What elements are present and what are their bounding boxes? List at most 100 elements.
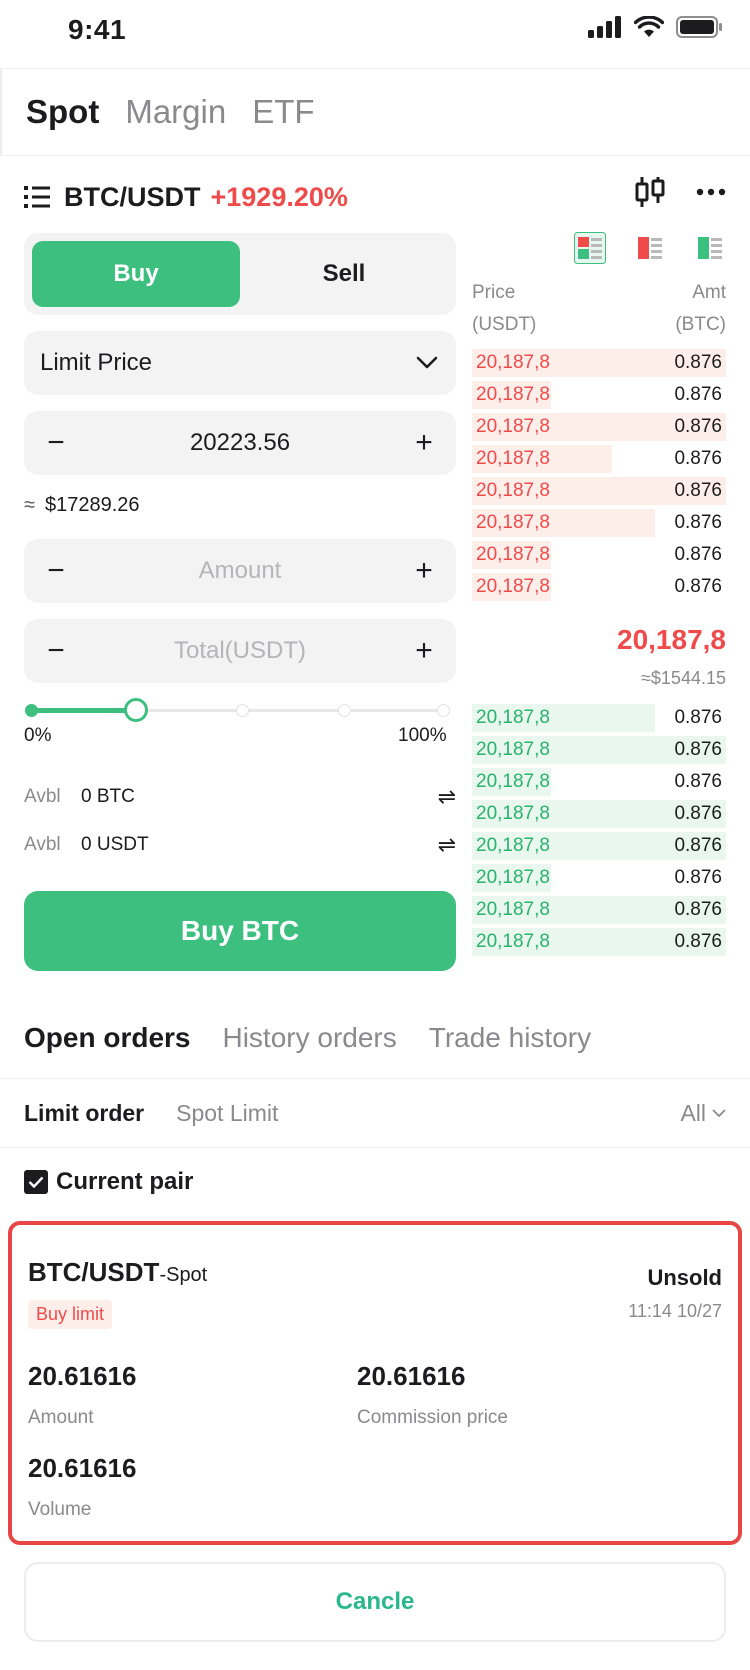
order-book-asks: 20,187,8 0.876 20,187,8 0.876 20,187,8 0.876 2…: [472, 347, 726, 603]
open-order-card: BTC/USDT -Spot Buy limit Unsold 11:14 10…: [8, 1221, 742, 1545]
sell-tab[interactable]: Sell: [240, 241, 448, 307]
total-decrement-button[interactable]: −: [24, 634, 88, 668]
row-amount: 0.876: [674, 707, 722, 728]
order-pair-name: BTC/USDT: [28, 1257, 160, 1287]
amount-increment-button[interactable]: +: [392, 554, 456, 588]
tab-history-orders[interactable]: History orders: [222, 1022, 396, 1054]
row-amount: 0.876: [674, 544, 722, 565]
current-pair-label: Current pair: [56, 1168, 194, 1195]
last-price: 20,187,8: [617, 624, 726, 655]
subtab-spot-limit[interactable]: Spot Limit: [176, 1100, 278, 1127]
row-amount: 0.876: [674, 416, 722, 437]
avbl-value: 0 USDT: [81, 834, 149, 855]
candlestick-icon[interactable]: [634, 177, 666, 207]
order-commission-value: 20.61616: [357, 1361, 466, 1391]
order-volume-value: 20.61616: [28, 1453, 137, 1483]
buy-btc-button[interactable]: Buy BTC: [24, 891, 456, 971]
bid-row[interactable]: 20,187,8 0.876: [472, 766, 726, 798]
divider: [0, 1078, 750, 1079]
available-usdt: Avbl 0 USDT ⇌: [24, 832, 456, 858]
orders-tabs: Open orders History orders Trade history: [24, 1022, 591, 1054]
tab-etf[interactable]: ETF: [252, 93, 314, 131]
row-amount: 0.876: [674, 899, 722, 920]
current-pair-filter[interactable]: Current pair: [24, 1168, 193, 1196]
check-icon: [28, 1176, 44, 1188]
slider-thumb[interactable]: [124, 698, 148, 722]
slider-stop[interactable]: [236, 704, 249, 717]
row-price: 20,187,8: [476, 803, 550, 824]
row-price: 20,187,8: [476, 899, 550, 920]
menu-icon[interactable]: [24, 185, 50, 209]
row-amount: 0.876: [674, 480, 722, 501]
current-pair-checkbox[interactable]: [24, 1170, 48, 1194]
bid-row[interactable]: 20,187,8 0.876: [472, 894, 726, 926]
ask-row[interactable]: 20,187,8 0.876: [472, 571, 726, 603]
order-type-select[interactable]: Limit Price: [24, 331, 456, 395]
cancel-order-button[interactable]: Cancle: [24, 1562, 726, 1642]
slider-stop[interactable]: [25, 704, 38, 717]
bid-row[interactable]: 20,187,8 0.876: [472, 702, 726, 734]
buy-tab[interactable]: Buy: [32, 241, 240, 307]
row-price: 20,187,8: [476, 771, 550, 792]
ask-row[interactable]: 20,187,8 0.876: [472, 443, 726, 475]
wifi-icon: [634, 16, 664, 37]
pair-change: +1929.20%: [210, 181, 348, 212]
tab-spot[interactable]: Spot: [26, 93, 99, 131]
amount-column-header: Amt: [692, 282, 726, 303]
order-book-view-toggles: [574, 232, 726, 264]
pair-name[interactable]: BTC/USDT: [64, 182, 201, 213]
ask-row[interactable]: 20,187,8 0.876: [472, 379, 726, 411]
amount-input[interactable]: Amount: [88, 557, 392, 585]
row-price: 20,187,8: [476, 739, 550, 760]
bid-row[interactable]: 20,187,8 0.876: [472, 798, 726, 830]
subtab-limit-order[interactable]: Limit order: [24, 1100, 144, 1127]
tab-trade-history[interactable]: Trade history: [429, 1022, 591, 1054]
order-side-badge: Buy limit: [28, 1300, 113, 1329]
tab-margin[interactable]: Margin: [125, 93, 226, 131]
total-increment-button[interactable]: +: [392, 634, 456, 668]
ask-row[interactable]: 20,187,8 0.876: [472, 475, 726, 507]
slider-stop[interactable]: [437, 704, 450, 717]
total-input[interactable]: Total(USDT): [88, 637, 392, 665]
approx-symbol: ≈: [24, 494, 35, 516]
row-amount: 0.876: [674, 739, 722, 760]
tab-open-orders[interactable]: Open orders: [24, 1022, 190, 1054]
swap-icon[interactable]: ⇌: [438, 784, 456, 810]
bid-row[interactable]: 20,187,8 0.876: [472, 862, 726, 894]
ask-row[interactable]: 20,187,8 0.876: [472, 347, 726, 379]
ask-row[interactable]: 20,187,8 0.876: [472, 507, 726, 539]
book-asks-icon[interactable]: [634, 232, 666, 264]
price-decrement-button[interactable]: −: [24, 426, 88, 460]
ask-row[interactable]: 20,187,8 0.876: [472, 411, 726, 443]
bid-row[interactable]: 20,187,8 0.876: [472, 926, 726, 958]
book-bids-icon[interactable]: [694, 232, 726, 264]
filter-all-label: All: [680, 1100, 706, 1126]
filter-all-dropdown[interactable]: All: [680, 1100, 726, 1127]
order-commission-label: Commission price: [357, 1407, 508, 1428]
ask-row[interactable]: 20,187,8 0.876: [472, 539, 726, 571]
row-amount: 0.876: [674, 771, 722, 792]
swap-icon[interactable]: ⇌: [438, 832, 456, 858]
slider-stop[interactable]: [338, 704, 351, 717]
price-input[interactable]: 20223.56: [88, 429, 392, 457]
trade-mode-tabs: Spot Margin ETF: [0, 68, 750, 156]
order-amount-value: 20.61616: [28, 1361, 137, 1391]
price-increment-button[interactable]: +: [392, 426, 456, 460]
row-price: 20,187,8: [476, 512, 550, 533]
avbl-value: 0 BTC: [81, 786, 135, 807]
bid-row[interactable]: 20,187,8 0.876: [472, 830, 726, 862]
row-amount: 0.876: [674, 512, 722, 533]
book-both-icon[interactable]: [574, 232, 606, 264]
chevron-down-icon: [416, 356, 438, 369]
price-column-header: Price: [472, 282, 516, 303]
side-toggle: Buy Sell: [24, 233, 456, 315]
amount-slider[interactable]: [24, 698, 456, 722]
price-approx: ≈ $17289.26: [24, 494, 140, 517]
bid-row[interactable]: 20,187,8 0.876: [472, 734, 726, 766]
amount-decrement-button[interactable]: −: [24, 554, 88, 588]
order-book-header: Price Amt (USDT) (BTC): [472, 277, 726, 341]
order-volume-label: Volume: [28, 1499, 92, 1520]
more-icon[interactable]: [696, 188, 726, 196]
row-amount: 0.876: [674, 384, 722, 405]
order-type-label: Limit Price: [40, 349, 153, 376]
